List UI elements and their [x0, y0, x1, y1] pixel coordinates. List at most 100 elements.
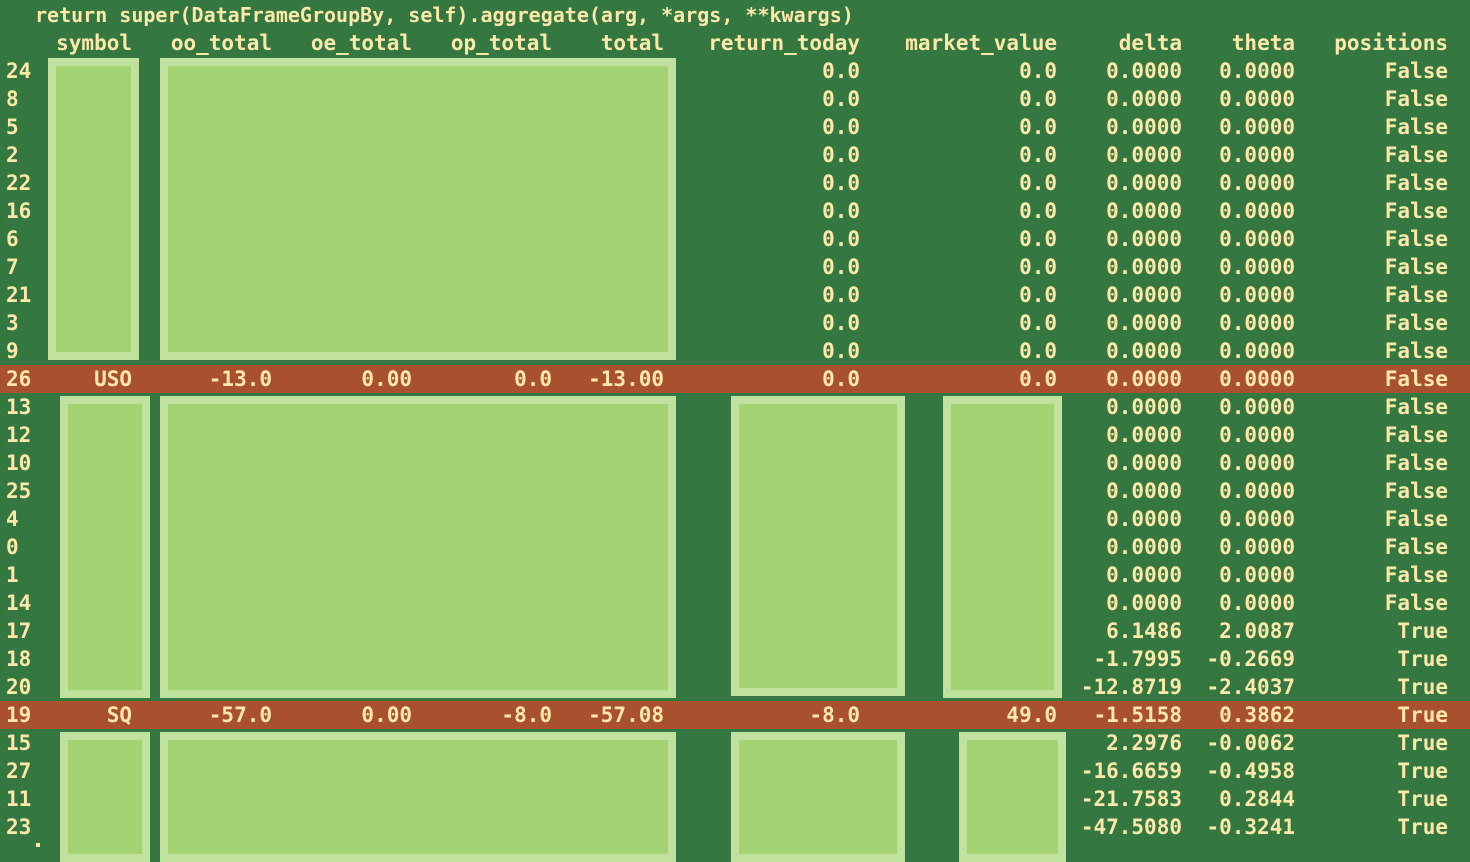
cell-delta: -21.7583 [1080, 787, 1182, 811]
header-symbol: symbol [56, 31, 132, 55]
cell-market-value: 0.0 [1019, 143, 1057, 167]
cell-theta: 0.2844 [1219, 787, 1295, 811]
cell-index: 10 [6, 451, 32, 475]
cell-return-today: 0.0 [822, 367, 860, 391]
cell-theta: 0.0000 [1219, 451, 1295, 475]
cell-index: 0 [6, 535, 19, 559]
redaction-block [160, 732, 676, 862]
header-oo-total: oo_total [170, 31, 272, 55]
cell-delta: 2.2976 [1106, 731, 1182, 755]
cell-return-today: 0.0 [822, 339, 860, 363]
cell-delta: 0.0000 [1106, 507, 1182, 531]
cell-positions: False [1384, 199, 1448, 223]
cell-delta: -1.7995 [1093, 647, 1182, 671]
header-positions: positions [1334, 31, 1448, 55]
cell-index: 15 [6, 731, 32, 755]
table-row-highlighted: 19 SQ -57.0 0.00 -8.0 -57.08 -8.0 49.0 -1.5158 0.… [0, 701, 1470, 729]
cell-positions: True [1397, 675, 1448, 699]
cell-positions: False [1384, 283, 1448, 307]
cell-theta: 0.0000 [1219, 255, 1295, 279]
cell-positions: False [1384, 507, 1448, 531]
cell-symbol: USO [94, 367, 132, 391]
cell-index: 25 [6, 479, 32, 503]
cell-delta: 0.0000 [1106, 171, 1182, 195]
cell-index: 19 [6, 703, 32, 727]
cell-index: 7 [6, 255, 19, 279]
cell-total: -57.08 [588, 703, 664, 727]
cell-theta: 0.0000 [1219, 339, 1295, 363]
cell-total: -13.00 [588, 367, 664, 391]
cell-theta: 0.0000 [1219, 283, 1295, 307]
header-market-value: market_value [905, 31, 1057, 55]
cell-delta: 0.0000 [1106, 535, 1182, 559]
code-line: return super(DataFrameGroupBy, self).agg… [35, 3, 854, 27]
cell-return-today: 0.0 [822, 87, 860, 111]
cell-delta: 0.0000 [1106, 367, 1182, 391]
cell-delta: 0.0000 [1106, 227, 1182, 251]
cell-theta: 0.0000 [1219, 311, 1295, 335]
cell-index: 18 [6, 647, 32, 671]
cell-positions: False [1384, 535, 1448, 559]
cell-delta: 0.0000 [1106, 423, 1182, 447]
cell-positions: False [1384, 87, 1448, 111]
cell-positions: False [1384, 591, 1448, 615]
cell-theta: 0.0000 [1219, 479, 1295, 503]
cell-theta: 0.0000 [1219, 115, 1295, 139]
cell-theta: -0.4958 [1206, 759, 1295, 783]
cell-positions: True [1397, 787, 1448, 811]
cell-index: 23 [6, 815, 32, 839]
header-return-today: return_today [708, 31, 860, 55]
cell-index: 20 [6, 675, 32, 699]
cell-index: 2 [6, 143, 19, 167]
cell-theta: 0.0000 [1219, 171, 1295, 195]
cell-positions: False [1384, 143, 1448, 167]
cell-delta: 0.0000 [1106, 591, 1182, 615]
cell-theta: 0.0000 [1219, 59, 1295, 83]
cell-theta: 0.0000 [1219, 87, 1295, 111]
cell-positions: True [1397, 703, 1448, 727]
cell-oo-total: -57.0 [208, 703, 272, 727]
cell-theta: 0.0000 [1219, 563, 1295, 587]
cell-return-today: 0.0 [822, 171, 860, 195]
redaction-block [160, 396, 676, 698]
cell-positions: False [1384, 255, 1448, 279]
cell-delta: 0.0000 [1106, 255, 1182, 279]
cell-oo-total: -13.0 [208, 367, 272, 391]
cell-index: 24 [6, 59, 32, 83]
cell-index: 22 [6, 171, 32, 195]
cell-oe-total: 0.00 [361, 367, 412, 391]
code-line-row: return super(DataFrameGroupBy, self).agg… [0, 1, 1470, 29]
cell-delta: -16.6659 [1080, 759, 1182, 783]
cell-delta: 6.1486 [1106, 619, 1182, 643]
cell-theta: 2.0087 [1219, 619, 1295, 643]
redaction-block [943, 396, 1062, 698]
cell-market-value: 0.0 [1019, 339, 1057, 363]
cell-return-today: -8.0 [809, 703, 860, 727]
cell-positions: False [1384, 311, 1448, 335]
cell-theta: 0.0000 [1219, 367, 1295, 391]
cell-positions: False [1384, 339, 1448, 363]
cell-theta: 0.0000 [1219, 143, 1295, 167]
cell-index: 26 [6, 367, 32, 391]
cell-theta: 0.0000 [1219, 227, 1295, 251]
cell-market-value: 0.0 [1019, 283, 1057, 307]
cell-op-total: -8.0 [501, 703, 552, 727]
redaction-block [959, 732, 1066, 862]
redaction-block [60, 732, 150, 862]
table-row-highlighted: 26 USO -13.0 0.00 0.0 -13.00 0.0 0.0 0.0000 0.000… [0, 365, 1470, 393]
cell-theta: -2.4037 [1206, 675, 1295, 699]
cell-positions: False [1384, 115, 1448, 139]
cell-market-value: 0.0 [1019, 367, 1057, 391]
cell-symbol: SQ [106, 703, 132, 727]
cell-index: 27 [6, 759, 32, 783]
cell-market-value: 0.0 [1019, 87, 1057, 111]
cell-market-value: 0.0 [1019, 115, 1057, 139]
cell-delta: 0.0000 [1106, 479, 1182, 503]
cell-index: 3 [6, 311, 19, 335]
cell-return-today: 0.0 [822, 199, 860, 223]
cell-delta: -47.5080 [1080, 815, 1182, 839]
cell-positions: False [1384, 479, 1448, 503]
cell-positions: False [1384, 395, 1448, 419]
cell-delta: 0.0000 [1106, 283, 1182, 307]
cell-positions: False [1384, 227, 1448, 251]
